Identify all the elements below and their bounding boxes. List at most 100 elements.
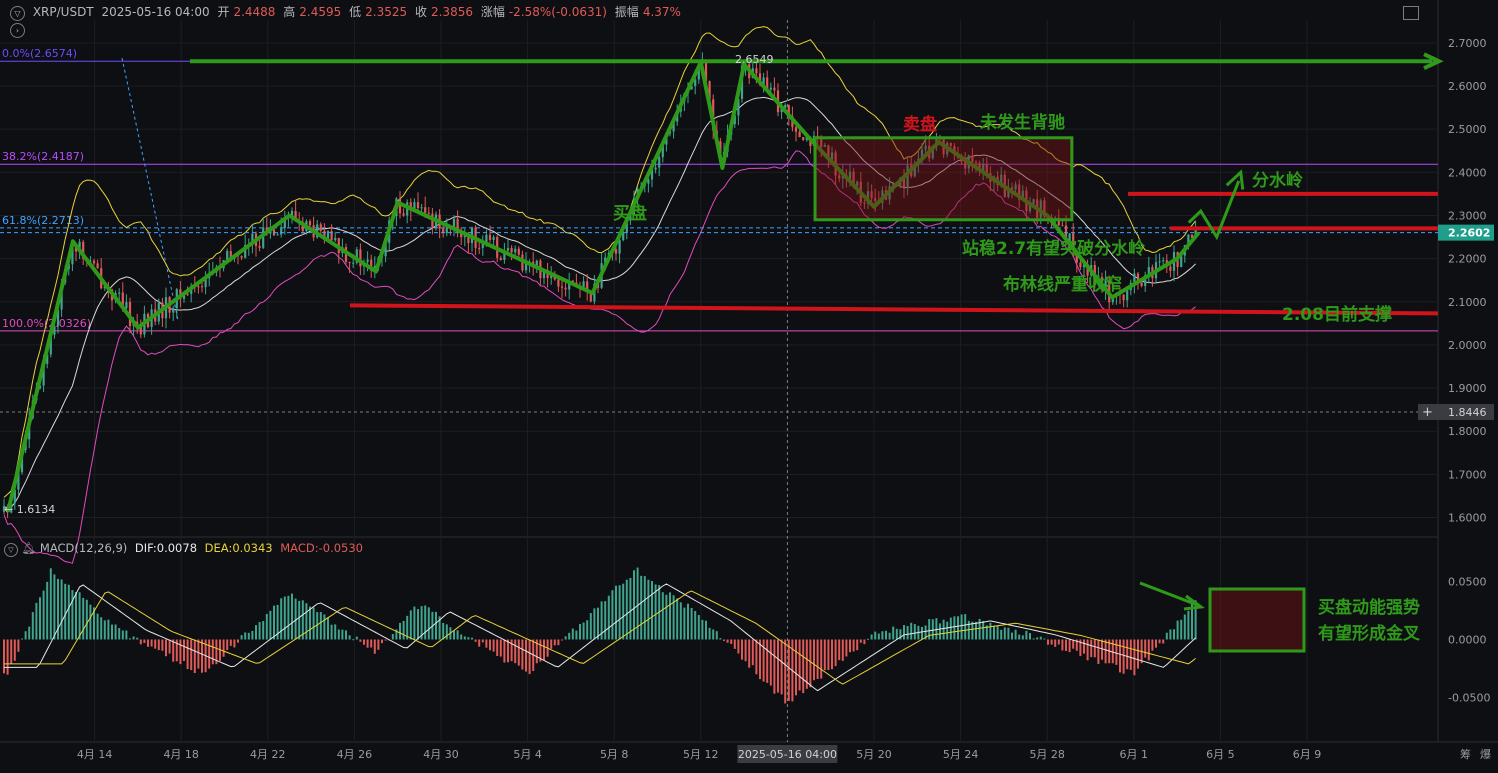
macd-histogram-bar xyxy=(1176,620,1179,640)
candle-body xyxy=(510,247,513,253)
macd-histogram-bar xyxy=(442,622,445,640)
macd-histogram-bar xyxy=(928,619,931,640)
candle-body xyxy=(798,131,801,138)
macd-histogram-bar xyxy=(525,639,527,672)
price-tick-label: 2.1000 xyxy=(1448,296,1487,309)
macd-histogram-bar xyxy=(168,639,171,654)
macd-histogram-bar xyxy=(550,639,553,649)
fullscreen-icon[interactable] xyxy=(1403,6,1419,20)
macd-histogram-bar xyxy=(982,620,985,640)
macd-histogram-bar xyxy=(1173,629,1175,640)
change-label: 涨幅 xyxy=(480,5,505,19)
macd-histogram-bar xyxy=(294,598,297,640)
macd-histogram-bar xyxy=(751,639,754,666)
macd-histogram-bar xyxy=(463,636,466,640)
macd-histogram-bar xyxy=(867,638,869,640)
bell-icon[interactable]: 🔔︎ xyxy=(22,541,37,555)
macd-histogram-bar xyxy=(777,639,779,693)
macd-histogram-bar xyxy=(78,592,81,640)
macd-histogram-bar xyxy=(229,639,232,646)
low-price-label: ← 1.6134 xyxy=(4,503,55,516)
macd-histogram-bar xyxy=(1090,639,1093,658)
candle-body xyxy=(499,257,502,260)
macd-histogram-bar xyxy=(586,620,589,640)
candle-body xyxy=(366,259,369,263)
macd-histogram-bar xyxy=(708,627,711,640)
macd-histogram-bar xyxy=(453,630,455,640)
candle-body xyxy=(416,202,420,209)
macd-histogram-bar xyxy=(96,613,99,640)
candle-body xyxy=(618,240,621,254)
macd-histogram-bar xyxy=(726,639,729,643)
price-tick-label: 1.7000 xyxy=(1448,468,1487,481)
macd-histogram-bar xyxy=(643,576,646,640)
macd-histogram-bar xyxy=(615,585,617,640)
macd-histogram-bar xyxy=(795,639,797,696)
expand-icon[interactable]: › xyxy=(10,23,25,38)
macd-histogram-bar xyxy=(1003,627,1006,640)
collapse-icon[interactable]: ▽ xyxy=(10,6,25,21)
macd-histogram-bar xyxy=(161,639,164,651)
macd-histogram-bar xyxy=(712,629,715,640)
macd-histogram-bar xyxy=(366,639,369,648)
macd-histogram-bar xyxy=(370,639,373,648)
macd-histogram-bar xyxy=(607,595,610,640)
macd-histogram-bar xyxy=(625,579,628,640)
macd-histogram-bar xyxy=(377,639,380,650)
change-value: -2.58%(-0.0631) xyxy=(508,5,607,19)
chart-canvas[interactable]: 0.0%(2.6574)38.2%(2.4187)61.8%(2.2713)10… xyxy=(0,0,1498,769)
macd-histogram-bar xyxy=(557,639,560,646)
macd-label: MACD: xyxy=(280,541,319,555)
macd-histogram-bar xyxy=(1032,638,1035,640)
macd-histogram-bar xyxy=(150,639,153,647)
macd-histogram-bar xyxy=(895,628,898,640)
macd-histogram-bar xyxy=(132,636,135,640)
macd-histogram-bar xyxy=(3,639,5,674)
low-value: 2.3525 xyxy=(365,5,408,19)
high-label: 高 xyxy=(283,5,296,19)
macd-histogram-bar xyxy=(802,639,805,694)
macd-histogram-bar xyxy=(863,639,866,645)
macd-histogram-bar xyxy=(640,575,643,640)
macd-histogram-bar xyxy=(107,619,110,640)
macd-histogram-bar xyxy=(1093,639,1096,658)
candle-body xyxy=(1158,261,1161,263)
macd-histogram-bar xyxy=(147,639,149,647)
close-label: 收 xyxy=(414,5,427,19)
datetime-label: 2025-05-16 04:00 xyxy=(101,5,210,19)
macd-histogram-bar xyxy=(143,639,146,644)
macd-histogram-bar xyxy=(103,620,106,640)
macd-histogram-bar xyxy=(841,639,844,661)
macd-tick-label: -0.0500 xyxy=(1448,692,1490,705)
candle-body xyxy=(773,87,776,91)
macd-histogram-bar xyxy=(262,621,265,640)
time-cursor-label: 2025-05-16 04:00 xyxy=(738,748,837,761)
macd-histogram-bar xyxy=(64,583,67,640)
macd-histogram-bar xyxy=(1025,630,1028,640)
macd-histogram-bar xyxy=(1029,633,1031,640)
time-tick-label: 4月 30 xyxy=(423,748,459,761)
macd-histogram-bar xyxy=(903,625,905,640)
macd-histogram-bar xyxy=(636,567,639,640)
candle-body xyxy=(1169,266,1172,271)
candle-body xyxy=(200,286,204,288)
candle-body xyxy=(240,256,243,258)
candle-body xyxy=(1126,290,1129,301)
macd-histogram-bar xyxy=(780,639,783,695)
time-tick-label: 6月 9 xyxy=(1293,748,1322,761)
macd-histogram-bar xyxy=(543,639,545,661)
close-value: 2.3856 xyxy=(430,5,473,19)
macd-histogram-bar xyxy=(838,639,841,661)
candle-body xyxy=(514,248,517,253)
macd-histogram-bar xyxy=(582,622,585,640)
symbol-label[interactable]: XRP/USDT xyxy=(33,5,94,19)
macd-histogram-bar xyxy=(85,599,88,640)
macd-histogram-bar xyxy=(913,624,916,640)
macd-histogram-bar xyxy=(665,594,668,640)
macd-collapse-icon[interactable]: ▽ xyxy=(4,543,18,557)
macd-histogram-bar xyxy=(888,632,891,640)
macd-histogram-bar xyxy=(589,613,592,640)
macd-histogram-bar xyxy=(748,639,751,668)
macd-strength-label: 买盘动能强势 xyxy=(1318,597,1420,618)
dea-label: DEA: xyxy=(204,541,233,555)
